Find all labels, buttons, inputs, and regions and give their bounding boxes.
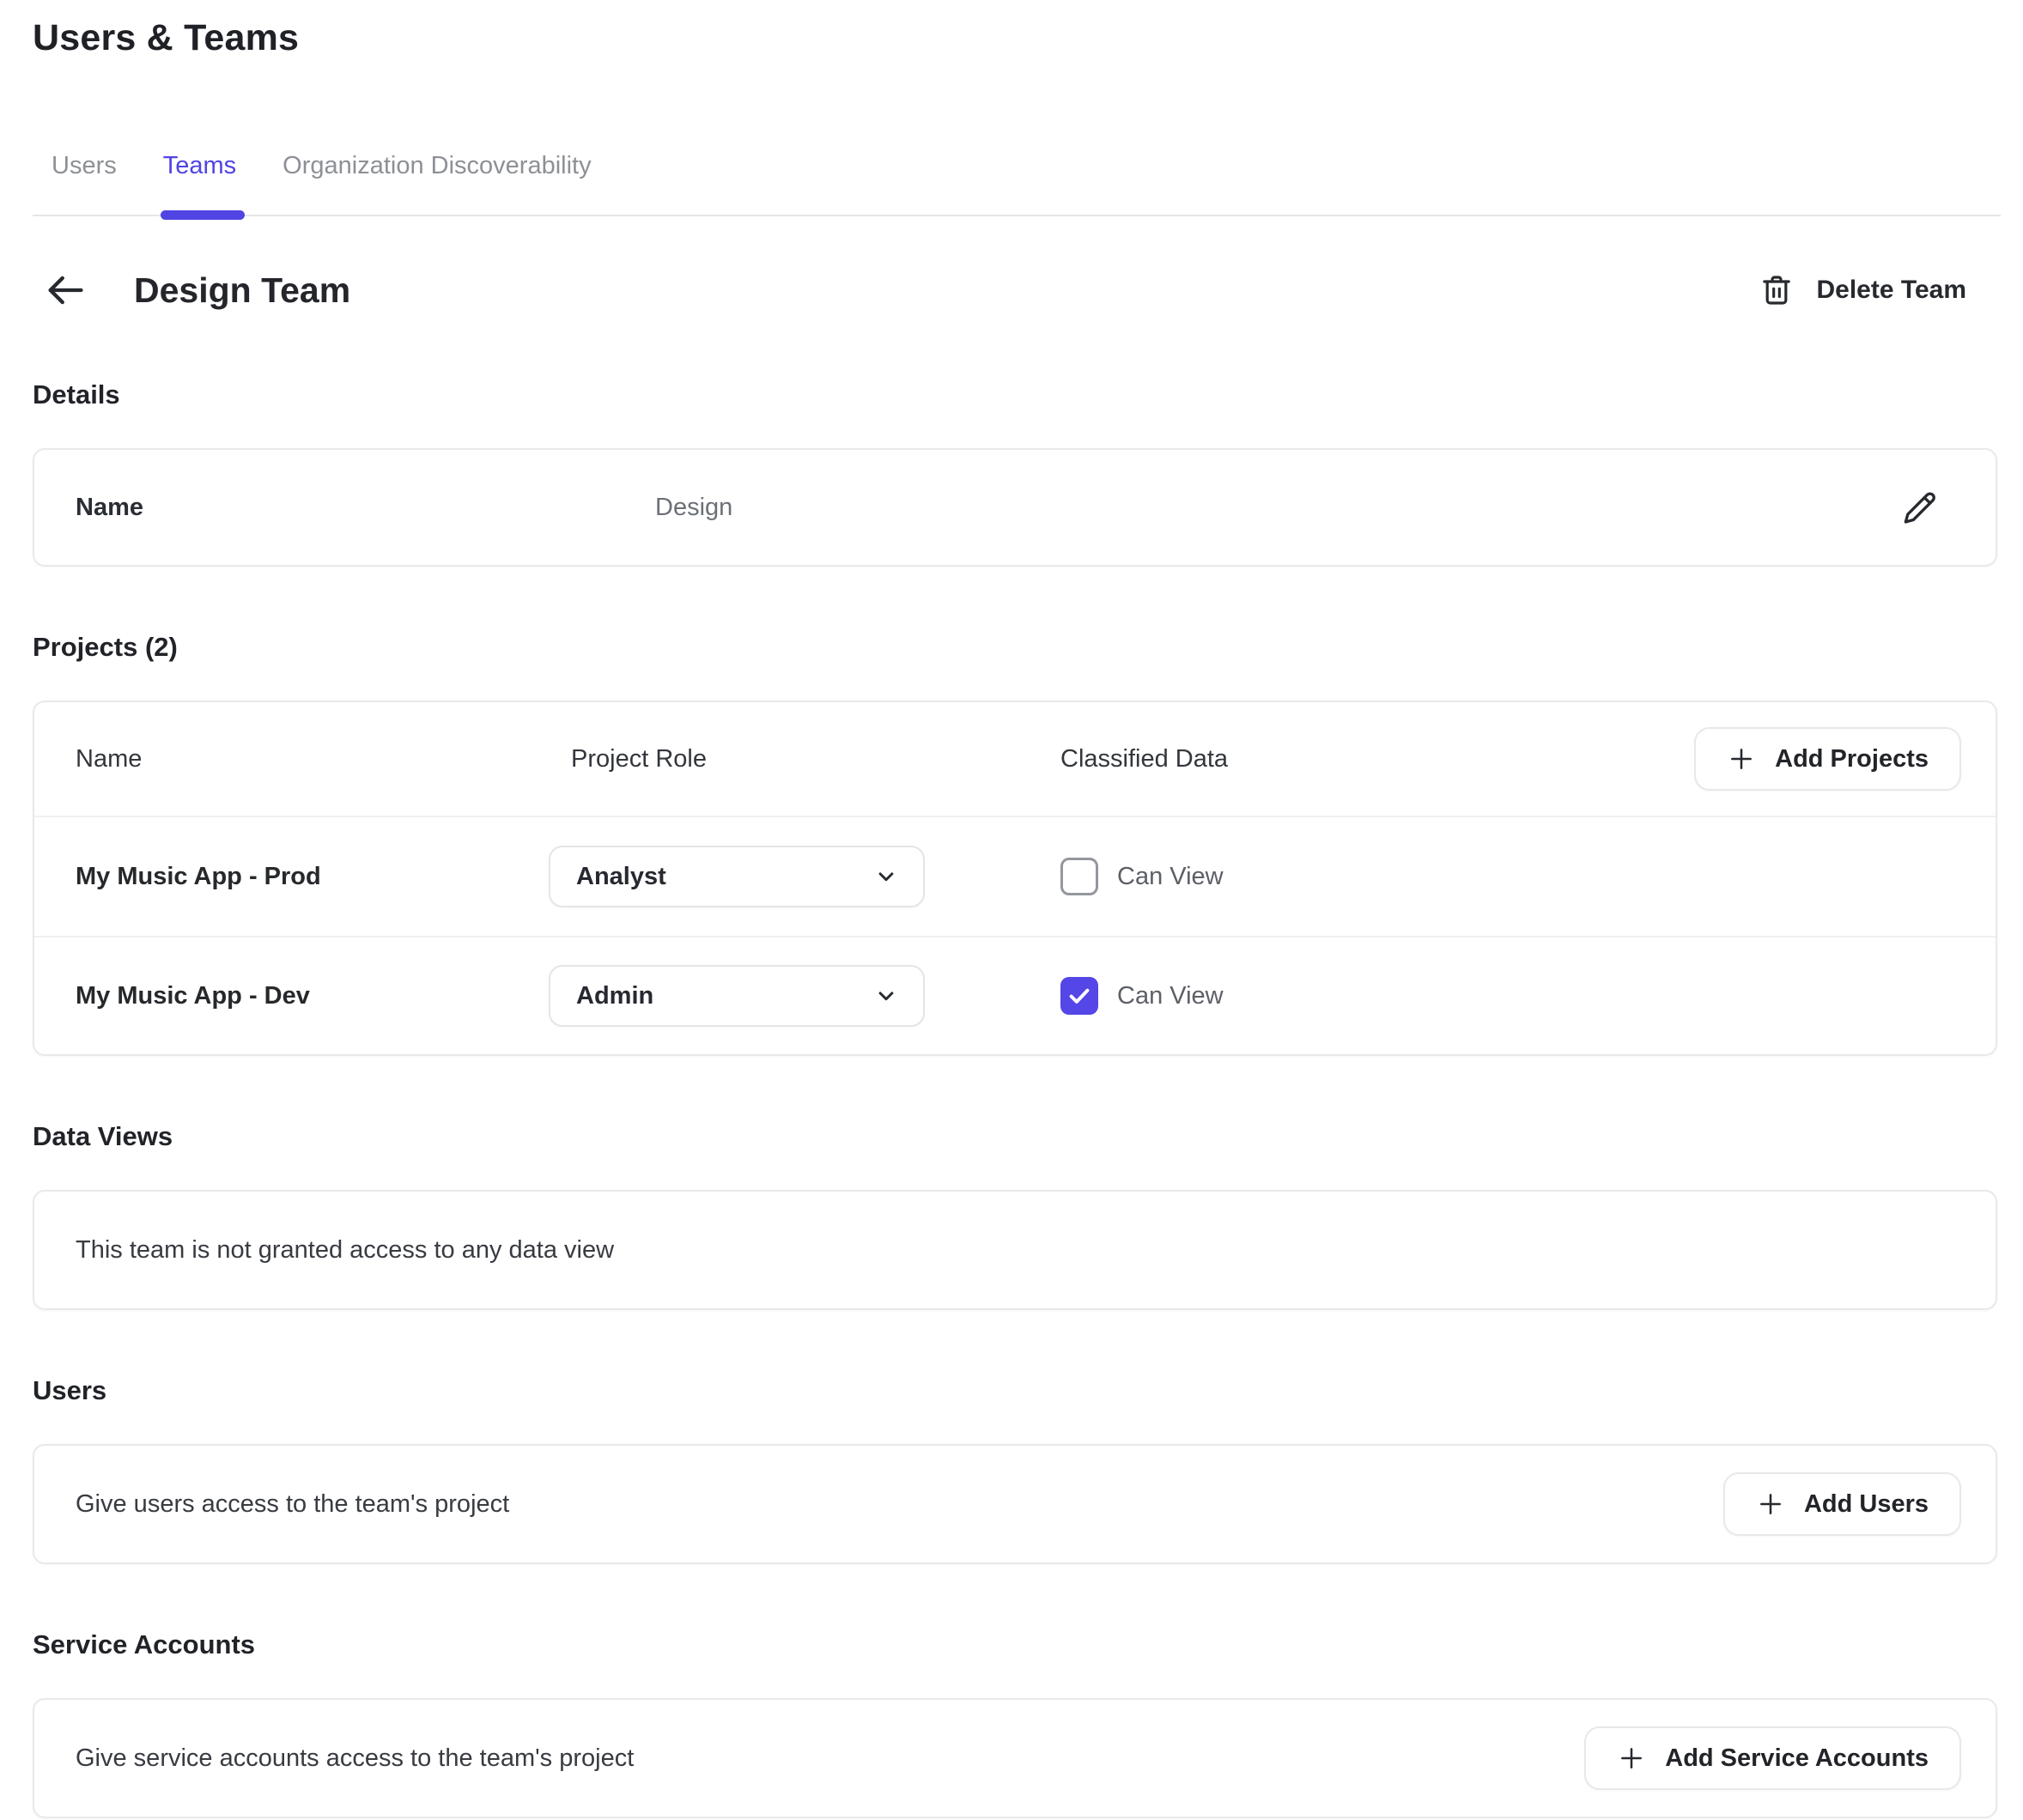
tab-organization-discoverability[interactable]: Organization Discoverability [282, 152, 591, 215]
data-views-heading: Data Views [33, 1121, 1997, 1152]
table-row: My Music App - Dev Admin Can View [34, 936, 1996, 1054]
active-tab-underline [161, 210, 245, 220]
table-row: My Music App - Prod Analyst Can View [34, 817, 1996, 936]
can-view-checkbox[interactable] [1060, 858, 1098, 895]
can-view-label: Can View [1117, 982, 1224, 1010]
chevron-down-icon [873, 864, 899, 889]
project-role-value: Analyst [576, 863, 666, 891]
data-views-empty-text: This team is not granted access to any d… [76, 1236, 614, 1265]
can-view-label: Can View [1117, 863, 1224, 891]
add-users-button[interactable]: Add Users [1723, 1472, 1961, 1536]
tab-bar: Users Teams Organization Discoverability [33, 152, 2001, 216]
details-card: Name Design [33, 448, 1997, 567]
chevron-down-icon [873, 983, 899, 1009]
details-heading: Details [33, 379, 1997, 410]
projects-table-header: Name Project Role Classified Data Add Pr… [34, 702, 1996, 817]
add-projects-label: Add Projects [1775, 745, 1929, 774]
plus-icon [1617, 1744, 1646, 1773]
classified-data-cell: Can View [1060, 858, 1961, 895]
name-value: Design [655, 494, 1899, 522]
project-name: My Music App - Prod [76, 863, 549, 891]
add-projects-button[interactable]: Add Projects [1694, 727, 1961, 791]
service-accounts-card: Give service accounts access to the team… [33, 1698, 1997, 1818]
check-icon [1066, 983, 1092, 1009]
edit-name-button[interactable] [1899, 487, 1941, 528]
delete-team-label: Delete Team [1816, 276, 1966, 305]
can-view-checkbox[interactable] [1060, 977, 1098, 1015]
name-label: Name [76, 494, 655, 522]
tab-users-label: Users [52, 152, 117, 179]
tab-users[interactable]: Users [52, 152, 117, 215]
tab-list: Users Teams Organization Discoverability [52, 152, 2001, 215]
data-views-card: This team is not granted access to any d… [33, 1190, 1997, 1310]
page-title: Users & Teams [33, 17, 1997, 59]
service-accounts-heading: Service Accounts [33, 1629, 1997, 1660]
project-name: My Music App - Dev [76, 982, 549, 1010]
tab-organization-discoverability-label: Organization Discoverability [282, 152, 591, 179]
team-header: Design Team Delete Team [33, 266, 1997, 314]
tab-teams-label: Teams [163, 152, 236, 179]
trash-icon [1759, 272, 1794, 308]
users-empty-text: Give users access to the team's project [76, 1490, 509, 1519]
delete-team-button[interactable]: Delete Team [1759, 272, 1966, 308]
project-role-select[interactable]: Admin [549, 965, 925, 1027]
plus-icon [1756, 1489, 1785, 1519]
users-card: Give users access to the team's project … [33, 1444, 1997, 1564]
back-button[interactable] [41, 266, 89, 314]
projects-card: Name Project Role Classified Data Add Pr… [33, 701, 1997, 1056]
column-header-project-role: Project Role [549, 745, 1060, 774]
add-service-accounts-button[interactable]: Add Service Accounts [1584, 1726, 1961, 1790]
add-users-label: Add Users [1804, 1490, 1929, 1519]
team-title: Design Team [134, 270, 350, 311]
users-heading: Users [33, 1375, 1997, 1406]
projects-heading: Projects (2) [33, 632, 1997, 663]
classified-data-cell: Can View [1060, 977, 1961, 1015]
add-service-accounts-label: Add Service Accounts [1665, 1744, 1929, 1773]
service-accounts-empty-text: Give service accounts access to the team… [76, 1744, 634, 1773]
project-role-value: Admin [576, 982, 653, 1010]
plus-icon [1727, 744, 1756, 774]
arrow-left-icon [43, 268, 88, 312]
column-header-classified-data: Classified Data [1060, 745, 1694, 774]
project-role-select[interactable]: Analyst [549, 846, 925, 907]
column-header-name: Name [76, 745, 549, 774]
pencil-icon [1902, 489, 1938, 525]
users-teams-page: Users & Teams Users Teams Organization D… [0, 0, 2023, 1820]
tab-teams[interactable]: Teams [163, 152, 236, 215]
